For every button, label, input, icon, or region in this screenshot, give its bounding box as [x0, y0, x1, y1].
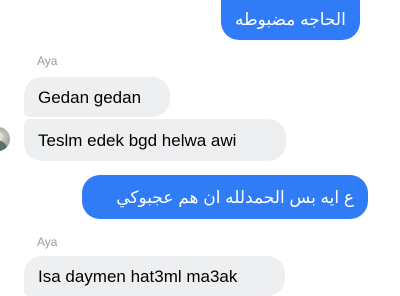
message-text: Isa daymen hat3ml ma3ak — [38, 266, 238, 286]
incoming-message-bubble[interactable]: Teslm edek bgd helwa awi — [24, 119, 286, 161]
sender-name: Aya — [37, 54, 58, 68]
avatar[interactable] — [0, 127, 10, 151]
outgoing-message-bubble[interactable]: الحاجه مضبوطه — [221, 0, 360, 40]
message-text: Gedan gedan — [38, 87, 142, 107]
sender-name: Aya — [37, 235, 58, 249]
message-text: Teslm edek bgd helwa awi — [38, 130, 237, 150]
incoming-message-bubble[interactable]: Isa daymen hat3ml ma3ak — [24, 256, 285, 296]
message-text: الحاجه مضبوطه — [235, 9, 346, 29]
incoming-message-bubble[interactable]: Gedan gedan — [24, 77, 170, 117]
outgoing-message-bubble[interactable]: ع ايه بس الحمدلله ان هم عجبوكي — [82, 175, 368, 219]
message-text: ع ايه بس الحمدلله ان هم عجبوكي — [116, 187, 354, 207]
